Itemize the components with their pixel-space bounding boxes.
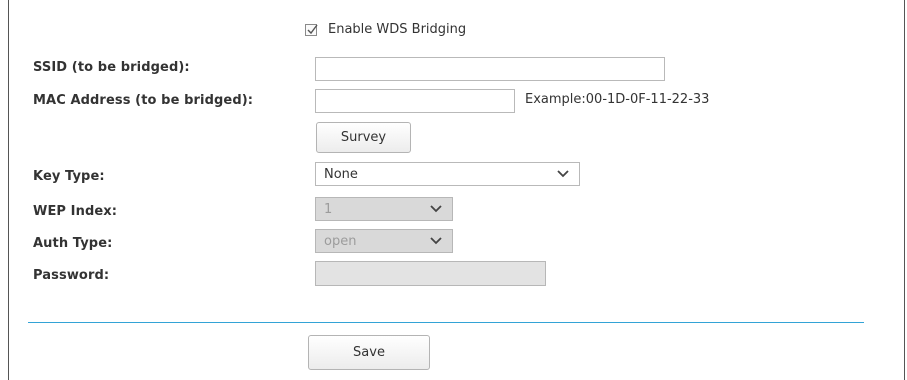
mac-address-input[interactable] [315,89,515,113]
ssid-input[interactable] [315,57,665,81]
chevron-down-icon [557,170,569,178]
wep-index-select[interactable]: 1 [315,197,453,221]
enable-wds-checkbox[interactable] [305,23,318,36]
key-type-label: Key Type: [33,169,105,184]
survey-button[interactable]: Survey [316,122,411,153]
ssid-label: SSID (to be bridged): [33,60,190,75]
password-input[interactable] [315,261,546,286]
save-button[interactable]: Save [308,335,430,370]
wep-index-value: 1 [324,201,333,217]
mac-example-text: Example:00-1D-0F-11-22-33 [525,92,710,107]
key-type-value: None [324,166,358,182]
wep-index-label: WEP Index: [33,204,118,219]
auth-type-select[interactable]: open [315,229,453,253]
enable-wds-label: Enable WDS Bridging [328,22,467,37]
enable-wds-row: Enable WDS Bridging [305,22,466,37]
chevron-down-icon [430,205,442,213]
chevron-down-icon [430,237,442,245]
checkmark-icon [307,24,318,34]
mac-address-label: MAC Address (to be bridged): [33,93,254,108]
password-label: Password: [33,268,110,283]
key-type-select[interactable]: None [315,162,580,186]
section-divider [28,322,864,323]
auth-type-value: open [324,233,357,249]
auth-type-label: Auth Type: [33,236,113,251]
